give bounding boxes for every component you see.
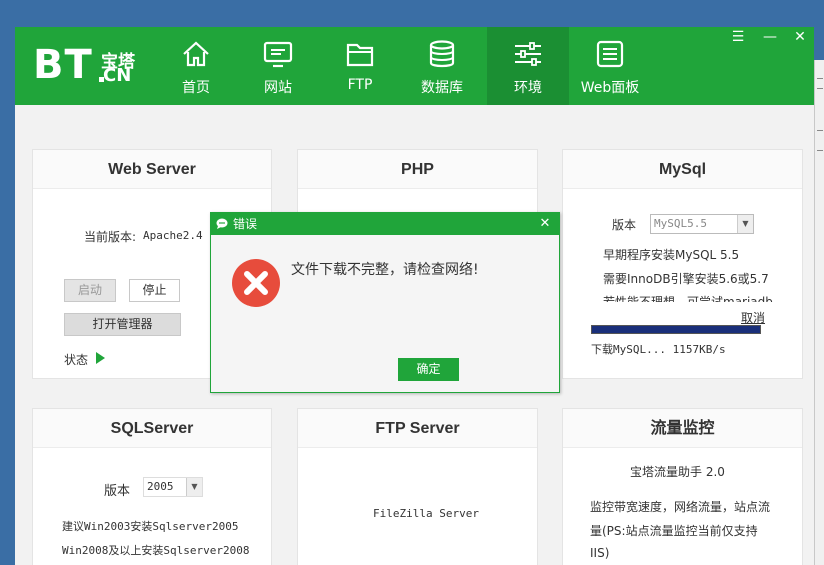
web-server-title: Web Server	[33, 150, 271, 189]
background-window-edge	[814, 60, 824, 565]
nav-web-panel-label: Web面板	[580, 80, 640, 96]
dialog-ok-button[interactable]: 确定	[398, 358, 459, 381]
sliders-icon	[515, 42, 541, 66]
logo-sub-bottom: CN	[103, 65, 132, 86]
traffic-desc-line3: IIS)	[590, 546, 610, 560]
chat-bubble-icon	[216, 218, 228, 229]
nav-website-label: 网站	[264, 80, 292, 96]
nav-database-label: 数据库	[421, 80, 463, 96]
mysql-hint-line3: 若性能不理想，可尝试mariadb	[603, 295, 773, 302]
close-icon: ✕	[794, 29, 806, 45]
dialog-title: 错误	[233, 217, 258, 231]
monitor-icon	[263, 41, 293, 68]
mysql-version-value: MySQL5.5	[654, 217, 707, 230]
web-server-version-label: 当前版本:	[84, 230, 137, 244]
dialog-close-button[interactable]: ✕	[531, 213, 559, 235]
sqlserver-title: SQLServer	[33, 409, 271, 448]
error-icon	[232, 259, 280, 307]
folder-icon	[346, 43, 374, 67]
minimize-button[interactable]: —	[755, 27, 785, 47]
mysql-title: MySql	[563, 150, 802, 189]
header-bar: BT 宝塔 CN 首页 网站 FTP 数据库 环境 Web面板 ☰ — ✕	[15, 27, 814, 105]
chevron-down-icon: ▼	[186, 478, 202, 496]
traffic-tool-name: 宝塔流量助手 2.0	[630, 465, 725, 479]
traffic-monitor-card: 流量监控 宝塔流量助手 2.0 监控带宽速度，网络流量，站点流 量(PS:站点流…	[562, 408, 803, 565]
nav-ftp[interactable]: FTP	[319, 27, 401, 105]
dialog-titlebar: 错误 ✕	[211, 213, 559, 235]
menu-icon: ☰	[731, 29, 745, 45]
dialog-message: 文件下载不完整，请检查网络!	[291, 262, 479, 278]
download-status: 下载MySQL... 1157KB/s	[591, 343, 726, 356]
chevron-down-icon: ▼	[737, 215, 753, 233]
nav-database[interactable]: 数据库	[401, 27, 483, 105]
sqlserver-card: SQLServer 版本 2005 ▼ 建议Win2003安装Sqlserver…	[32, 408, 272, 565]
php-title: PHP	[298, 150, 537, 189]
sqlserver-version-select[interactable]: 2005 ▼	[143, 477, 203, 497]
start-button[interactable]: 启动	[64, 279, 116, 302]
status-running-icon	[96, 352, 105, 364]
mysql-version-select[interactable]: MySQL5.5 ▼	[650, 214, 754, 234]
database-icon	[429, 40, 455, 68]
ftp-server-card: FTP Server FileZilla Server	[297, 408, 538, 565]
mysql-card: MySql 版本 MySQL5.5 ▼ 早期程序安装MySQL 5.5 需要In…	[562, 149, 803, 379]
open-manager-button[interactable]: 打开管理器	[64, 313, 181, 336]
traffic-desc-line1: 监控带宽速度，网络流量，站点流	[590, 500, 771, 514]
web-server-version-value: Apache2.4	[143, 229, 203, 242]
ftp-server-name: FileZilla Server	[373, 507, 479, 520]
status-label: 状态	[64, 353, 89, 367]
nav-home-label: 首页	[182, 80, 210, 96]
home-icon	[183, 41, 209, 67]
sqlserver-hint-line1: 建议Win2003安装Sqlserver2005	[62, 520, 239, 533]
nav-home[interactable]: 首页	[155, 27, 237, 105]
download-progress-fill	[592, 326, 760, 333]
sqlserver-hint-line2: Win2008及以上安装Sqlserver2008	[62, 544, 250, 557]
download-progress-bar	[591, 325, 761, 334]
traffic-monitor-title: 流量监控	[563, 409, 802, 448]
sqlserver-version-label: 版本	[104, 484, 131, 499]
minimize-icon: —	[763, 29, 777, 45]
nav-environment[interactable]: 环境	[487, 27, 569, 105]
nav-web-panel[interactable]: Web面板	[569, 27, 651, 105]
nav-ftp-label: FTP	[347, 77, 373, 93]
menu-button[interactable]: ☰	[723, 27, 753, 47]
mysql-hint-line2: 需要InnoDB引擎安装5.6或5.7	[603, 272, 769, 286]
traffic-desc-line2: 量(PS:站点流量监控当前仅支持	[590, 524, 758, 538]
ftp-server-title: FTP Server	[298, 409, 537, 448]
mysql-version-label: 版本	[612, 218, 637, 232]
cancel-download-link[interactable]: 取消	[741, 309, 765, 326]
nav-environment-label: 环境	[514, 80, 542, 96]
mysql-hint-line1: 早期程序安装MySQL 5.5	[603, 248, 740, 262]
sqlserver-version-value: 2005	[147, 480, 174, 493]
error-dialog: 错误 ✕ 文件下载不完整，请检查网络! 确定	[210, 212, 560, 393]
stop-button[interactable]: 停止	[129, 279, 180, 302]
close-button[interactable]: ✕	[785, 27, 814, 47]
nav-website[interactable]: 网站	[237, 27, 319, 105]
logo-main-text: BT	[33, 42, 93, 88]
panel-list-icon	[596, 40, 624, 68]
